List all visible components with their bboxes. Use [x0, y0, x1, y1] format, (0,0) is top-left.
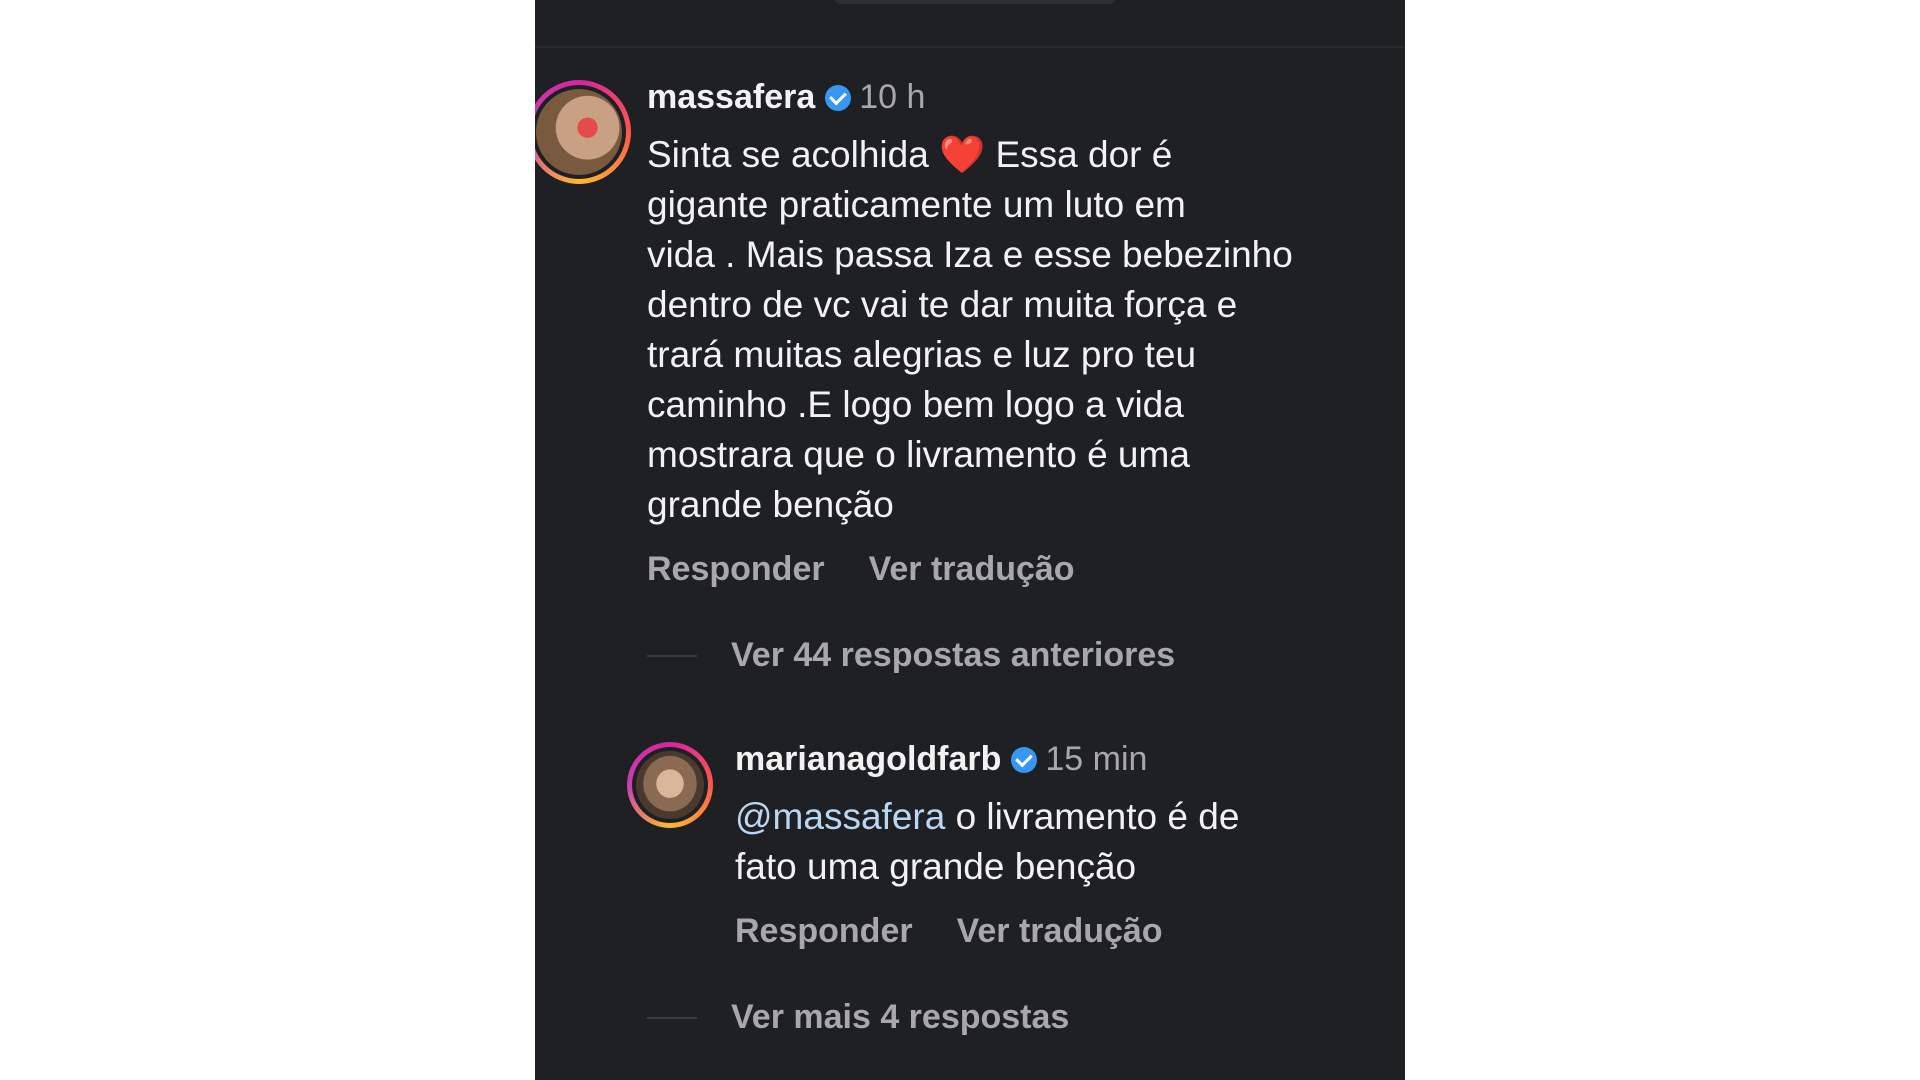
verified-badge-icon	[825, 84, 852, 111]
view-previous-replies-row[interactable]: Ver 44 respostas anteriores	[647, 636, 1175, 675]
view-more-replies-row[interactable]: Ver mais 4 respostas	[647, 998, 1069, 1037]
username-marianagoldfarb[interactable]: marianagoldfarb	[735, 740, 1001, 779]
comment-text-part1: Sinta se acolhida	[647, 134, 940, 175]
comment-text-part2: Essa dor é gigante praticamente um luto …	[647, 134, 1293, 525]
view-more-replies-button[interactable]: Ver mais 4 respostas	[731, 998, 1069, 1037]
reply-header: marianagoldfarb 15 min	[735, 740, 1147, 779]
heart-emoji-icon: ❤️	[939, 134, 986, 175]
reply-button[interactable]: Responder	[647, 550, 825, 589]
reply-timestamp: 15 min	[1045, 740, 1148, 778]
previous-content-edge	[835, 0, 1115, 4]
comment-text: Sinta se acolhida ❤️ Essa dor é gigante …	[647, 130, 1387, 530]
see-translation-button[interactable]: Ver tradução	[957, 912, 1163, 951]
mention-link[interactable]: @massafera	[735, 796, 945, 837]
comments-panel: massafera 10 h Sinta se acolhida ❤️ Essa…	[535, 0, 1405, 1080]
avatar-marianagoldfarb[interactable]	[627, 742, 713, 828]
comment-header: massafera 10 h	[647, 78, 925, 117]
reply-text: @massafera o livramento é de fato uma gr…	[735, 792, 1385, 892]
thread-line	[647, 654, 697, 657]
username-massafera[interactable]: massafera	[647, 78, 815, 117]
comment-timestamp: 10 h	[859, 78, 926, 116]
divider	[535, 46, 1405, 48]
verified-badge-icon	[1011, 746, 1038, 773]
thread-line	[647, 1016, 697, 1019]
reply-button[interactable]: Responder	[735, 912, 913, 951]
reply-actions: Responder Ver tradução	[735, 912, 1163, 951]
view-previous-replies-button[interactable]: Ver 44 respostas anteriores	[731, 636, 1175, 675]
comment-actions: Responder Ver tradução	[647, 550, 1075, 589]
see-translation-button[interactable]: Ver tradução	[869, 550, 1075, 589]
avatar-massafera[interactable]	[535, 80, 631, 184]
